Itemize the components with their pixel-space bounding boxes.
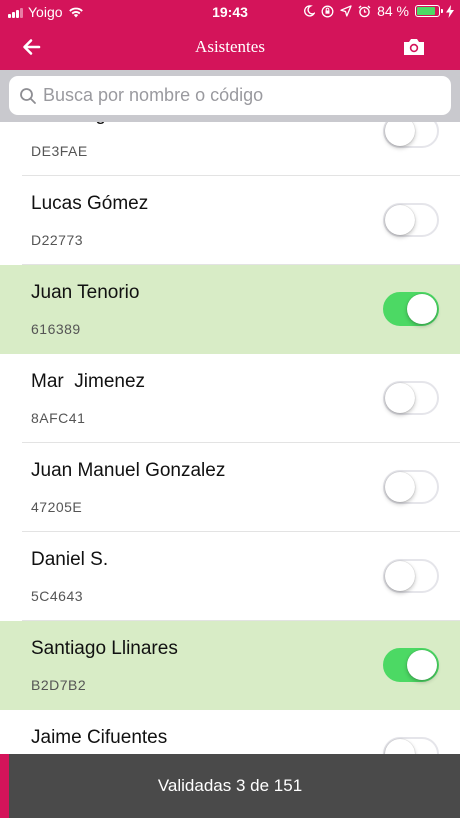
attendee-code: DE3FAE xyxy=(31,143,88,159)
location-icon xyxy=(340,5,352,17)
validation-toggle[interactable] xyxy=(383,648,439,682)
validation-toggle[interactable] xyxy=(383,470,439,504)
toggle-knob xyxy=(407,650,437,680)
attendee-code: D22773 xyxy=(31,232,84,248)
attendee-row[interactable]: Daniel S. 5C4643 xyxy=(0,532,460,621)
toggle-knob xyxy=(385,739,415,754)
validation-toggle[interactable] xyxy=(383,737,439,754)
attendee-row[interactable]: Jaime Cifuentes xyxy=(0,710,460,754)
alarm-icon xyxy=(358,5,371,17)
attendee-name: Daniel S. xyxy=(31,549,109,570)
battery-fill xyxy=(417,7,435,15)
status-right: 84 % xyxy=(303,3,454,19)
toggle-knob xyxy=(385,561,415,591)
toggle-knob xyxy=(385,472,415,502)
attendee-name: Santiago Llinares xyxy=(31,638,178,659)
toggle-knob xyxy=(385,205,415,235)
search-box[interactable] xyxy=(9,76,451,115)
validation-toggle[interactable] xyxy=(383,559,439,593)
battery-percent: 84 % xyxy=(377,3,409,19)
toggle-knob xyxy=(385,122,415,146)
search-icon xyxy=(20,87,36,104)
attendee-name: Juan Tenorio xyxy=(31,282,140,303)
attendee-code: 5C4643 xyxy=(31,588,84,604)
status-bar: Yoigo 19:43 84 % xyxy=(0,0,460,24)
toggle-knob xyxy=(385,383,415,413)
toggle-knob xyxy=(407,294,437,324)
battery-icon xyxy=(415,5,443,17)
attendee-row[interactable]: Juan Manuel Gonzalez 47205E xyxy=(0,443,460,532)
attendee-list[interactable]: Iván Segovia DE3FAE Lucas Gómez D22773 Juan … xyxy=(0,122,460,754)
attendee-code: 47205E xyxy=(31,499,83,515)
attendee-row[interactable]: Santiago Llinares B2D7B2 xyxy=(0,621,460,710)
validation-toggle[interactable] xyxy=(383,381,439,415)
search-input[interactable] xyxy=(43,85,451,106)
orientation-lock-icon xyxy=(321,5,334,17)
attendee-name: Mar Jimenez xyxy=(31,371,146,392)
attendee-name: Jaime Cifuentes xyxy=(31,727,168,748)
validation-toggle[interactable] xyxy=(383,122,439,148)
attendee-code: B2D7B2 xyxy=(31,677,87,693)
camera-icon[interactable] xyxy=(402,36,426,58)
nav-bar: Asistentes xyxy=(0,24,460,70)
attendee-name: Juan Manuel Gonzalez xyxy=(31,460,226,481)
attendee-row[interactable]: Iván Segovia DE3FAE xyxy=(0,122,460,176)
attendee-name: Lucas Gómez xyxy=(31,193,149,214)
attendee-code: 616389 xyxy=(31,321,81,337)
page-title: Asistentes xyxy=(195,37,265,56)
search-bar xyxy=(0,70,460,122)
attendee-code: 8AFC41 xyxy=(31,410,86,426)
attendee-name: Iván Segovia xyxy=(31,122,141,126)
footer-bar: Validadas 3 de 151 xyxy=(0,754,460,818)
charging-icon xyxy=(446,4,454,18)
validated-count: Validadas 3 de 151 xyxy=(157,776,303,795)
validation-toggle[interactable] xyxy=(383,292,439,326)
attendee-row[interactable]: Lucas Gómez D22773 xyxy=(0,176,460,265)
attendee-row[interactable]: Mar Jimenez 8AFC41 xyxy=(0,354,460,443)
moon-icon xyxy=(304,5,316,17)
validation-toggle[interactable] xyxy=(383,203,439,237)
attendee-row[interactable]: Juan Tenorio 616389 xyxy=(0,265,460,354)
